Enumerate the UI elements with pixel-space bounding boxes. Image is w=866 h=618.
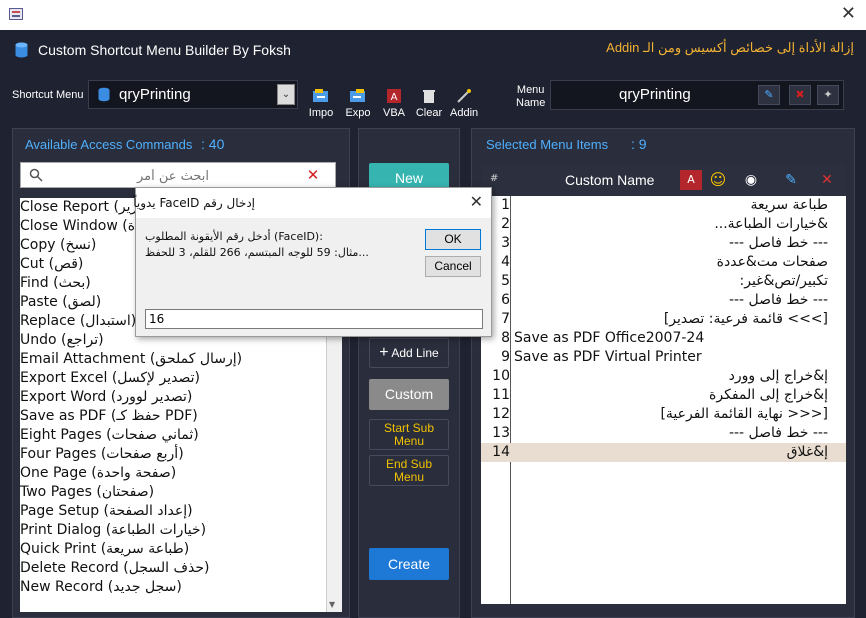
- table-row[interactable]: 5 تكبير/تص&غير:: [481, 272, 846, 291]
- import-button[interactable]: Impo: [307, 88, 335, 119]
- trash-icon: [423, 90, 435, 103]
- ok-button[interactable]: OK: [425, 229, 481, 250]
- dialog-example: مثال: 59 للوجه المبتسم، 266 للقلم، 3 للح…: [145, 246, 369, 259]
- command-search-input[interactable]: [49, 165, 297, 187]
- list-item[interactable]: Quick Print (طباعة سريعة): [20, 540, 326, 559]
- magic-wand-icon[interactable]: ✦: [817, 85, 839, 105]
- edit-pencil-icon[interactable]: ✎: [758, 85, 780, 105]
- menu-name-value: qryPrinting: [619, 86, 691, 103]
- list-item[interactable]: Save as PDF (حفظ كـ PDF): [20, 407, 326, 426]
- export-icon: [350, 89, 365, 102]
- database-icon: [15, 42, 28, 58]
- app-icon: [9, 8, 23, 20]
- selected-items-label: Selected Menu Items: [486, 137, 609, 152]
- add-line-label: Add Line: [391, 346, 439, 360]
- clear-button[interactable]: Clear: [415, 88, 443, 119]
- edit-pencil-icon[interactable]: ✎: [780, 170, 802, 190]
- list-item[interactable]: Page Setup (إعداد الصفحة): [20, 502, 326, 521]
- available-commands-label: Available Access Commands: [25, 137, 193, 152]
- table-row[interactable]: 3 --- خط فاصل ---: [481, 234, 846, 253]
- search-icon: [29, 168, 43, 182]
- list-item[interactable]: Print Dialog (خيارات الطباعة): [20, 521, 326, 540]
- grid-col-custom-name: Custom Name: [565, 172, 655, 188]
- table-row[interactable]: 11 إ&خراج إلى المفكرة: [481, 386, 846, 405]
- table-row-selected[interactable]: 14 إ&غلاق: [481, 443, 846, 462]
- table-row[interactable]: 4 صفحات مت&عددة: [481, 253, 846, 272]
- shortcut-menu-label: Shortcut Menu: [12, 89, 84, 101]
- table-row[interactable]: 13 --- خط فاصل ---: [481, 424, 846, 443]
- table-row[interactable]: 9 Save as PDF Virtual Printer: [481, 348, 846, 367]
- window-titlebar: ✕: [0, 0, 866, 30]
- database-icon: [98, 87, 110, 102]
- list-item[interactable]: Delete Record (حذف السجل): [20, 559, 326, 578]
- plus-icon: +: [379, 344, 389, 361]
- custom-button[interactable]: Custom: [369, 379, 449, 410]
- wand-icon: [457, 89, 471, 103]
- list-item[interactable]: Two Pages (صفحتان): [20, 483, 326, 502]
- window-close-icon[interactable]: ✕: [841, 4, 856, 24]
- selected-items-count: : 9: [631, 136, 647, 152]
- list-item[interactable]: Eight Pages (ثماني صفحات): [20, 426, 326, 445]
- start-sub-menu-button[interactable]: Start Sub Menu: [369, 419, 449, 450]
- grid-col-number: #: [490, 173, 499, 184]
- import-label: Impo: [308, 107, 334, 119]
- addin-label: Addin: [450, 107, 479, 119]
- table-row[interactable]: 8 Save as PDF Office2007-24: [481, 329, 846, 348]
- shortcut-menu-value: qryPrinting: [119, 86, 191, 103]
- table-row[interactable]: 7 [>>> قائمة فرعية: تصدير]: [481, 310, 846, 329]
- menu-name-label: Menu Name: [516, 84, 546, 109]
- list-item[interactable]: Email Attachment (إرسال كملحق): [20, 350, 326, 369]
- command-search-box[interactable]: ✕: [20, 162, 336, 188]
- access-icon[interactable]: A: [680, 170, 702, 190]
- shortcut-menu-combo[interactable]: qryPrinting ⌄: [88, 80, 298, 109]
- clear-label: Clear: [415, 107, 443, 119]
- list-item[interactable]: New Record (سجل جديد): [20, 578, 326, 597]
- remove-addin-link[interactable]: إزالة الأداة إلى خصائص أكسيس ومن الـ Add…: [606, 40, 854, 56]
- delete-menu-icon[interactable]: ✖: [789, 85, 811, 105]
- dialog-title: إدخال رقم FaceID يدوياً: [133, 196, 255, 210]
- list-item[interactable]: Four Pages (أربع صفحات): [20, 445, 326, 464]
- table-row[interactable]: 10 إ&خراج إلى وورد: [481, 367, 846, 386]
- list-item[interactable]: Export Excel (تصدير لإكسل): [20, 369, 326, 388]
- available-commands-count: : 40: [201, 136, 225, 152]
- add-line-button[interactable]: + Add Line: [369, 338, 449, 368]
- table-row[interactable]: 2 &خيارات الطباعة...: [481, 215, 846, 234]
- dialog-close-icon[interactable]: ✕: [470, 192, 483, 211]
- dialog-titlebar: إدخال رقم FaceID يدوياً ✕: [133, 188, 491, 218]
- end-sub-menu-button[interactable]: End Sub Menu: [369, 455, 449, 486]
- chevron-down-icon[interactable]: ⌄: [277, 84, 295, 105]
- delete-item-icon[interactable]: ✕: [816, 170, 838, 190]
- vba-button[interactable]: A VBA: [380, 88, 408, 119]
- vba-label: VBA: [382, 107, 405, 119]
- table-row[interactable]: 6 --- خط فاصل ---: [481, 291, 846, 310]
- smiley-icon[interactable]: ☺: [707, 170, 729, 190]
- list-item[interactable]: Export Word (تصدير لوورد): [20, 388, 326, 407]
- list-item[interactable]: One Page (صفحة واحدة): [20, 464, 326, 483]
- search-clear-icon[interactable]: ✕: [295, 165, 331, 185]
- faceid-input[interactable]: 16: [145, 309, 483, 329]
- import-icon: [313, 89, 328, 102]
- menu-name-field[interactable]: qryPrinting ✎ ✖ ✦: [550, 80, 844, 110]
- vba-icon: A: [387, 89, 401, 103]
- export-label: Expo: [345, 107, 371, 119]
- eye-icon[interactable]: ◉: [740, 170, 762, 190]
- scroll-down-icon[interactable]: ▼: [329, 600, 335, 609]
- create-button[interactable]: Create: [369, 548, 449, 580]
- faceid-input-dialog: إدخال رقم FaceID يدوياً ✕ أدخل رقم الأيق…: [133, 187, 492, 337]
- app-title: Custom Shortcut Menu Builder By Foksh: [38, 42, 291, 58]
- table-row[interactable]: 1 طباعة سريعة: [481, 196, 846, 215]
- dialog-prompt: أدخل رقم الأيقونة المطلوب (FaceID):: [145, 230, 323, 243]
- selected-items-grid[interactable]: # Custom Name A ☺ ◉ ✎ ✕ 1 طباعة سريعة 2 &خ…: [481, 164, 846, 604]
- table-row[interactable]: 12 [<<< نهاية القائمة الفرعية]: [481, 405, 846, 424]
- grid-header: # Custom Name A ☺ ◉ ✎ ✕: [481, 164, 846, 196]
- svg-text:A: A: [391, 92, 398, 103]
- cancel-button[interactable]: Cancel: [425, 256, 481, 277]
- addin-button[interactable]: Addin: [450, 88, 478, 119]
- export-button[interactable]: Expo: [344, 88, 372, 119]
